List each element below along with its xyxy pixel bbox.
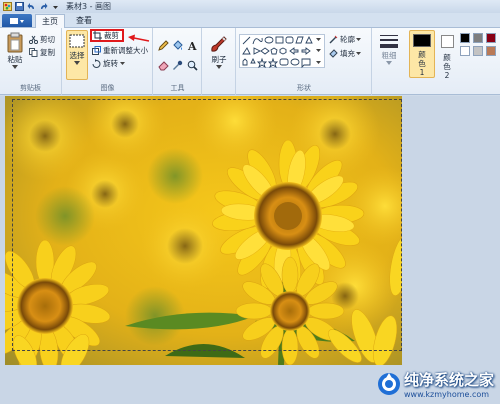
eraser-icon[interactable] [158,60,169,71]
copy-label: 复制 [40,48,55,57]
brushes-button[interactable]: 刷子 [207,34,231,69]
chevron-down-icon [356,52,361,55]
fill-button[interactable]: 填充 [329,48,361,59]
shapes-group: 轮廓 填充 形状 [237,28,372,95]
fill-icon [329,49,338,58]
palette-swatch[interactable] [460,33,470,43]
resize-label: 重新调整大小 [103,46,148,55]
chevron-down-icon [356,38,361,41]
paste-label: 粘贴 [7,55,23,64]
sunflower-photo [5,96,402,365]
crop-icon [93,31,102,40]
copy-button[interactable]: 复制 [29,47,55,58]
red-arrow-annotation [128,34,150,42]
chevron-down-icon [12,65,18,69]
fill-label: 填充 [340,49,355,58]
file-menu-button[interactable] [2,14,32,27]
chevron-down-icon [386,61,392,65]
text-icon[interactable]: A [187,40,198,51]
window-title: 素材3 - 画图 [66,2,112,11]
save-icon[interactable] [15,2,24,11]
tab-view[interactable]: 查看 [70,14,98,28]
rotate-button[interactable]: 旋转 [92,58,125,69]
palette-swatch[interactable] [473,46,483,56]
paint-app-icon[interactable] [3,2,12,11]
size-group: 粗细 [373,28,405,95]
chevron-down-icon [216,65,222,69]
color1-swatch [413,34,431,47]
undo-icon[interactable] [27,2,36,11]
watermark-logo-icon [377,373,400,395]
line-width-icon [380,35,398,48]
size-button[interactable]: 粗细 [377,34,401,65]
fill-bucket-icon[interactable] [172,40,183,51]
palette-swatch[interactable] [460,46,470,56]
scissors-icon [29,35,38,44]
svg-text:A: A [187,40,197,51]
rotate-icon [92,59,101,68]
ribbon-tab-row: 主页 查看 [0,13,500,28]
tools-group: A 工具 [154,28,202,95]
shapes-group-label: 形状 [297,84,311,92]
color1-label: 颜色 1 [418,50,426,77]
image-canvas[interactable] [5,96,402,365]
cut-label: 剪切 [40,35,55,44]
outline-icon [329,35,338,44]
title-bar: 素材3 - 画图 [0,0,500,13]
ribbon: 粘贴 剪切 复制 剪贴板 选择 裁剪 重新调整大小 旋转 图像 A 工具 刷子 … [0,28,500,95]
select-icon [69,34,85,48]
canvas-area [0,96,500,404]
clipboard-group: 粘贴 剪切 复制 剪贴板 [0,28,62,95]
palette-swatch[interactable] [486,46,496,56]
image-group-label: 图像 [100,84,115,92]
color2-button[interactable]: 颜色 2 [437,32,457,80]
select-label: 选择 [69,51,85,60]
paste-button[interactable]: 粘贴 [4,32,26,69]
watermark-title: 纯净系统之家 [403,371,494,389]
color2-label: 颜色 2 [443,53,451,80]
color1-button[interactable]: 颜色 1 [409,30,435,78]
paste-icon [7,32,23,53]
chevron-down-icon [120,62,125,65]
customize-qat-icon[interactable] [51,2,60,11]
size-label: 粗细 [381,51,397,60]
crop-button[interactable]: 裁剪 [90,29,124,42]
color2-swatch [440,35,454,48]
resize-button[interactable]: 重新调整大小 [92,45,148,56]
palette-swatch[interactable] [473,33,483,43]
watermark: 纯净系统之家 www.kzmyhome.com [377,369,494,399]
pencil-icon[interactable] [158,40,169,51]
select-button[interactable]: 选择 [66,30,88,80]
redo-icon[interactable] [39,2,48,11]
watermark-url: www.kzmyhome.com [403,390,490,399]
cut-button[interactable]: 剪切 [29,34,55,45]
clipboard-group-label: 剪贴板 [20,84,41,92]
brushes-group: 刷子 [203,28,236,95]
copy-icon [29,48,38,57]
color-picker-icon[interactable] [172,60,183,71]
outline-label: 轮廓 [340,35,355,44]
outline-button[interactable]: 轮廓 [329,34,361,45]
rotate-label: 旋转 [103,59,118,68]
tab-home[interactable]: 主页 [35,14,65,28]
brushes-label: 刷子 [211,55,227,64]
magnifier-icon[interactable] [187,60,198,71]
resize-icon [92,46,101,55]
colors-group: 颜色 1 颜色 2 [406,28,500,95]
chevron-down-icon [74,61,80,65]
brush-icon [211,36,227,52]
file-menu-icon [10,17,24,24]
crop-label: 裁剪 [104,31,119,40]
shapes-gallery[interactable] [239,34,325,69]
tools-group-label: 工具 [170,84,185,92]
palette-swatch[interactable] [486,33,496,43]
